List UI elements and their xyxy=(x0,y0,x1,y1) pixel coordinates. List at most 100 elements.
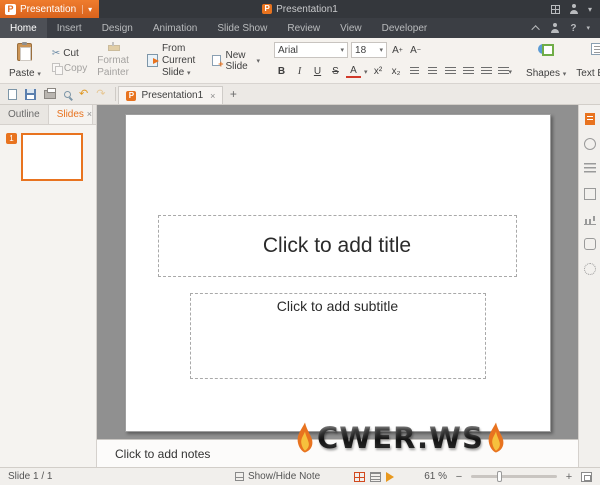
wps-presentation-window: P Presentation ▾ P Presentation1 ▾ Home … xyxy=(0,0,600,485)
slides-group: From Current Slide ▾ New Slide ▾ xyxy=(141,40,266,81)
slide-canvas[interactable]: Click to add title Click to add subtitle xyxy=(97,105,578,439)
play-from-slide-icon xyxy=(146,54,159,67)
line-spacing-button[interactable]: ▾ xyxy=(497,64,514,79)
tab-view[interactable]: View xyxy=(330,18,372,38)
font-size-combobox[interactable]: 18 ▾ xyxy=(351,42,388,58)
print-preview-button[interactable] xyxy=(64,90,71,98)
copy-button[interactable]: Copy xyxy=(48,62,91,75)
settings-icon[interactable] xyxy=(583,263,596,275)
slide-number-badge: 1 xyxy=(6,133,17,144)
titlebar-controls: ▾ xyxy=(550,4,600,14)
slide-counter: Slide 1 / 1 xyxy=(8,471,53,482)
tab-developer[interactable]: Developer xyxy=(372,18,438,38)
chevron-down-icon: ▾ xyxy=(37,71,41,78)
app-menu-button[interactable]: P Presentation ▾ xyxy=(0,0,100,18)
show-hide-note-label: Show/Hide Note xyxy=(247,471,321,482)
format-painter-button[interactable]: Format Painter xyxy=(93,40,133,81)
scissors-icon: ✂ xyxy=(51,47,61,59)
new-slide-button[interactable]: New Slide ▾ xyxy=(206,40,266,81)
layout-tool-icon[interactable] xyxy=(583,188,596,200)
new-slide-label: New Slide xyxy=(225,49,248,72)
tab-slide-show[interactable]: Slide Show xyxy=(207,18,277,38)
font-color-icon: A xyxy=(350,64,357,76)
zoom-in-button[interactable]: + xyxy=(563,471,575,483)
align-left-button[interactable] xyxy=(443,64,458,79)
grow-font-button[interactable]: A + xyxy=(390,43,405,58)
strikethrough-button[interactable]: S xyxy=(328,64,343,79)
bold-button[interactable]: B xyxy=(274,64,289,79)
slide-thumbnail-image xyxy=(21,133,83,181)
underline-button[interactable]: U xyxy=(310,64,325,79)
collapse-ribbon-icon[interactable] xyxy=(531,25,541,34)
align-center-button[interactable] xyxy=(461,64,476,79)
chart-tool-icon[interactable] xyxy=(583,213,596,225)
save-button[interactable] xyxy=(25,88,36,100)
tab-animation[interactable]: Animation xyxy=(143,18,207,38)
close-tab-icon[interactable]: × xyxy=(210,91,215,101)
help-icon[interactable]: ? xyxy=(570,23,576,34)
fit-to-window-button[interactable] xyxy=(581,471,592,482)
print-button[interactable] xyxy=(44,87,56,99)
from-current-slide-button[interactable]: From Current Slide ▾ xyxy=(141,40,206,81)
tab-home[interactable]: Home xyxy=(0,18,47,38)
shapes-button[interactable]: Shapes ▾ xyxy=(521,40,571,81)
zoom-slider[interactable] xyxy=(471,471,557,482)
title-placeholder-text: Click to add title xyxy=(262,234,412,257)
document-tab-label: Presentation1 xyxy=(141,90,204,101)
history-icon[interactable] xyxy=(583,138,596,150)
show-hide-note-toggle[interactable]: Show/Hide Note xyxy=(234,471,321,482)
document-tab-presentation1[interactable]: P Presentation1 × xyxy=(118,86,224,104)
slide-thumbnail-1[interactable]: 1 xyxy=(6,133,90,181)
redo-button[interactable]: ↷ xyxy=(96,88,105,100)
tab-insert[interactable]: Insert xyxy=(47,18,92,38)
status-bar: Slide 1 / 1 Show/Hide Note 61 % − + xyxy=(0,467,600,485)
shrink-font-button[interactable]: A − xyxy=(408,43,423,58)
font-color-button[interactable]: A xyxy=(346,64,362,78)
numbering-button[interactable] xyxy=(425,64,440,79)
bullets-button[interactable] xyxy=(407,64,422,79)
italic-button[interactable]: I xyxy=(292,64,307,79)
shapes-icon xyxy=(538,43,555,56)
shapes-label: Shapes xyxy=(526,68,560,79)
title-placeholder[interactable]: Click to add title xyxy=(157,215,517,277)
slide-sorter-view-button[interactable] xyxy=(370,471,382,482)
slideshow-play-button[interactable] xyxy=(386,471,395,482)
zoom-out-button[interactable]: − xyxy=(453,471,465,483)
clipboard-group: Paste ▾ ✂ Cut Copy Format Painter xyxy=(4,40,133,81)
slide-editor[interactable]: Click to add title Click to add subtitle xyxy=(124,114,551,432)
new-tab-button[interactable]: + xyxy=(223,84,243,104)
superscript-button[interactable]: x² xyxy=(371,64,386,79)
font-size-value: 18 xyxy=(355,44,367,56)
paste-button[interactable]: Paste ▾ xyxy=(4,40,46,81)
chevron-down-icon: ▾ xyxy=(508,68,513,76)
chevron-down-icon[interactable]: ▾ xyxy=(586,24,590,32)
notes-pane[interactable]: Click to add notes xyxy=(97,439,578,467)
text-box-button[interactable]: Text Box ▾ xyxy=(571,40,600,81)
slide-thumbnail-list: 1 xyxy=(0,125,96,467)
text-box-label: Text Box xyxy=(576,68,600,79)
tab-review[interactable]: Review xyxy=(277,18,330,38)
font-family-combobox[interactable]: Arial ▾ xyxy=(274,42,349,58)
undo-button[interactable]: ↶ xyxy=(79,88,88,100)
normal-view-button[interactable] xyxy=(354,471,366,482)
subscript-button[interactable]: x₂ xyxy=(389,64,404,79)
close-panel-icon[interactable]: × xyxy=(87,109,92,119)
tab-design[interactable]: Design xyxy=(92,18,143,38)
new-document-button[interactable] xyxy=(8,88,17,100)
align-right-button[interactable] xyxy=(479,64,494,79)
font-row-top: Arial ▾ 18 ▾ A + A − xyxy=(274,42,513,58)
layout-switch-icon[interactable] xyxy=(550,4,560,14)
user-account-icon[interactable] xyxy=(569,4,579,14)
tab-outline[interactable]: Outline xyxy=(0,105,48,124)
zoom-slider-handle[interactable] xyxy=(496,471,502,482)
outline-tool-icon[interactable] xyxy=(583,163,596,175)
chevron-down-icon[interactable]: ▾ xyxy=(588,5,592,14)
subtitle-placeholder[interactable]: Click to add subtitle xyxy=(189,293,486,379)
cut-button[interactable]: ✂ Cut xyxy=(48,47,91,60)
chevron-down-icon[interactable]: ▾ xyxy=(364,68,368,76)
task-pane-document-icon[interactable] xyxy=(584,113,595,125)
bullet-list-icon xyxy=(409,67,419,76)
comment-tool-icon[interactable] xyxy=(583,238,596,250)
toolbar-separator xyxy=(115,87,117,101)
account-icon[interactable] xyxy=(550,23,560,33)
